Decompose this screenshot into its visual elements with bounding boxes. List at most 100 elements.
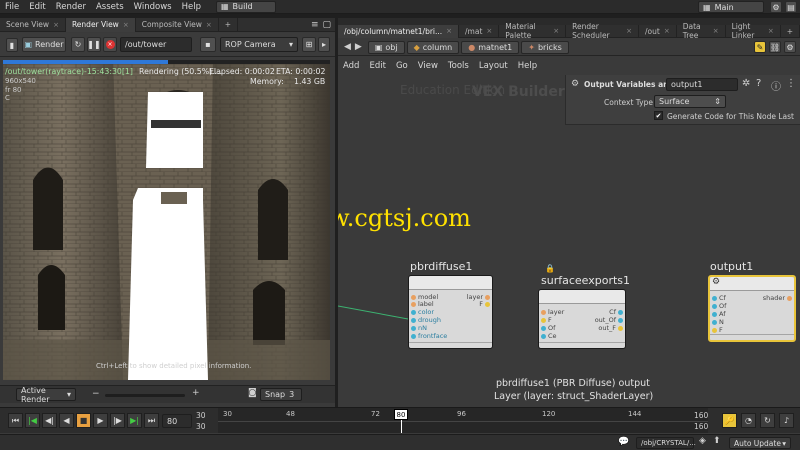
tab-scene-view[interactable]: Scene View × — [0, 17, 66, 32]
net-menu-add[interactable]: Add — [338, 61, 364, 71]
tab-composite-view[interactable]: Composite View × — [136, 17, 219, 32]
context-type-select[interactable]: Surface ⇕ — [654, 95, 726, 108]
tab-out[interactable]: /out × — [639, 24, 677, 38]
add-tab-button[interactable]: + — [781, 24, 800, 38]
zoom-out-icon[interactable]: − — [92, 389, 100, 399]
node-name-field[interactable]: output1 — [666, 78, 738, 91]
snapshot-icon[interactable]: ▸ — [318, 37, 330, 52]
more-icon[interactable]: ⋮ — [786, 78, 796, 89]
forward-arrow-icon[interactable]: ▶ — [355, 42, 362, 52]
camera-snapshot-icon[interactable]: ◙ — [248, 388, 257, 398]
net-menu-go[interactable]: Go — [391, 61, 413, 71]
menu-windows[interactable]: Windows — [129, 2, 177, 12]
render-image-viewport[interactable] — [3, 60, 330, 380]
gear-icon[interactable]: ✲ — [742, 78, 750, 89]
breadcrumb-matnet[interactable]: ● matnet1 — [461, 40, 520, 54]
gear-icon[interactable]: ⚙ — [784, 41, 796, 53]
output-driver-field[interactable]: /out/tower — [120, 37, 192, 52]
add-tab-button[interactable]: + — [219, 17, 239, 32]
tab-data-tree[interactable]: Data Tree × — [677, 22, 726, 40]
playhead[interactable]: 80 — [394, 409, 408, 420]
desktop-selector[interactable]: ▦ Build — [215, 0, 276, 13]
close-icon[interactable]: × — [206, 21, 212, 29]
stop-icon[interactable]: ■ — [76, 413, 91, 428]
close-icon[interactable]: × — [123, 21, 129, 29]
close-icon[interactable]: × — [713, 27, 719, 35]
prev-key-icon[interactable]: |◀ — [25, 413, 40, 428]
net-menu-help[interactable]: Help — [513, 61, 542, 71]
close-icon[interactable]: × — [553, 27, 559, 35]
timeline-ruler[interactable]: 30 48 72 96 120 144 80 — [218, 408, 708, 433]
camera-options-icon[interactable]: ⊞ — [302, 37, 316, 52]
menu-edit[interactable]: Edit — [24, 2, 50, 12]
breadcrumb-bricks[interactable]: ✦ bricks — [521, 40, 569, 54]
chain-icon[interactable]: ⛓ — [769, 41, 781, 53]
main-desktop-selector[interactable]: ▦ Main — [698, 1, 764, 13]
back-arrow-icon[interactable]: ◀ — [344, 42, 351, 52]
node-surfaceexports1[interactable]: layer F Of Ce Cf out_Of out_F — [538, 289, 626, 349]
play-reverse-icon[interactable]: ◀ — [59, 413, 74, 428]
active-render-selector[interactable]: Active Render ▾ — [16, 386, 76, 404]
jump-start-icon[interactable]: ⏮ — [8, 413, 23, 428]
refresh-icon[interactable]: ↻ — [71, 37, 85, 52]
auto-update-select[interactable]: Auto Update ▾ — [729, 437, 791, 449]
tab-render-view[interactable]: Render View × — [65, 17, 136, 32]
net-menu-view[interactable]: View — [413, 61, 443, 71]
pause-icon[interactable]: ❚❚ — [87, 37, 101, 52]
step-back-icon[interactable]: ◀| — [42, 413, 57, 428]
tab-render-scheduler[interactable]: Render Scheduler × — [566, 22, 640, 40]
maximize-icon[interactable]: ▢ — [322, 20, 331, 30]
next-key-icon[interactable]: ▶| — [127, 413, 142, 428]
pin-icon[interactable]: ▮ — [6, 38, 18, 52]
net-menu-tools[interactable]: Tools — [443, 61, 474, 71]
camera-selector[interactable]: ROP Camera ▾ — [220, 37, 298, 52]
close-icon[interactable]: × — [486, 27, 492, 35]
menu-file[interactable]: File — [0, 2, 24, 12]
chevron-down-icon: ▾ — [782, 438, 786, 448]
pane-menu-icon[interactable]: ≡ — [311, 20, 319, 30]
menu-assets[interactable]: Assets — [91, 2, 129, 12]
breadcrumb-obj[interactable]: ▣ obj — [367, 40, 405, 54]
key-icon[interactable]: 🔑 — [722, 413, 737, 428]
node-output1[interactable]: ⚙ Cf Of Af N F shader — [708, 275, 796, 342]
desktop-options-button[interactable]: ⚙ — [770, 1, 782, 13]
realtime-icon[interactable]: ◔ — [741, 413, 756, 428]
close-icon[interactable]: × — [768, 27, 774, 35]
node-pbrdiffuse1[interactable]: model label color drough nN frontface la… — [408, 275, 493, 349]
chat-icon[interactable]: 💬 — [618, 437, 629, 447]
help-icon[interactable]: ? — [756, 78, 761, 89]
net-menu-layout[interactable]: Layout — [474, 61, 513, 71]
audio-icon[interactable]: ♪ — [779, 413, 794, 428]
frame-label: fr 80 — [5, 86, 22, 94]
zoom-in-icon[interactable]: + — [192, 388, 200, 398]
render-button[interactable]: ▣ Render — [22, 37, 66, 52]
info-icon[interactable]: ◈ — [699, 436, 706, 446]
desktop-layout-button[interactable]: ▤ — [785, 1, 797, 13]
generate-code-checkbox[interactable]: ✔ — [654, 111, 663, 120]
tab-material-palette[interactable]: Material Palette × — [499, 22, 567, 40]
net-menu-edit[interactable]: Edit — [364, 61, 390, 71]
stop-icon[interactable]: × — [103, 37, 117, 52]
tab-light-linker[interactable]: Light Linker × — [726, 22, 781, 40]
camera-icon[interactable]: ▪ — [200, 37, 216, 52]
menu-render[interactable]: Render — [51, 2, 91, 12]
play-icon[interactable]: ▶ — [93, 413, 108, 428]
close-icon[interactable]: × — [626, 27, 632, 35]
close-icon[interactable]: × — [53, 21, 59, 29]
tab-network-bricks[interactable]: /obj/column/matnet1/bri... × — [338, 24, 460, 38]
pin-icon[interactable]: ✎ — [754, 41, 766, 53]
close-icon[interactable]: × — [446, 27, 452, 35]
zoom-slider[interactable] — [105, 394, 185, 397]
snap-field[interactable]: Snap 3 — [260, 388, 302, 401]
info-icon[interactable]: ⓘ — [771, 78, 781, 93]
menu-help[interactable]: Help — [177, 2, 206, 12]
close-icon[interactable]: × — [664, 27, 670, 35]
breadcrumb-column[interactable]: ◆ column — [406, 40, 460, 54]
loop-icon[interactable]: ↻ — [760, 413, 775, 428]
step-forward-icon[interactable]: |▶ — [110, 413, 125, 428]
jump-end-icon[interactable]: ⏭ — [144, 413, 159, 428]
tab-mat[interactable]: /mat × — [459, 24, 500, 38]
update-icon[interactable]: ⬆ — [713, 436, 721, 446]
current-frame-field[interactable]: 80 — [162, 414, 192, 428]
status-path-field[interactable]: /obj/CRYSTAL/... — [636, 437, 696, 449]
